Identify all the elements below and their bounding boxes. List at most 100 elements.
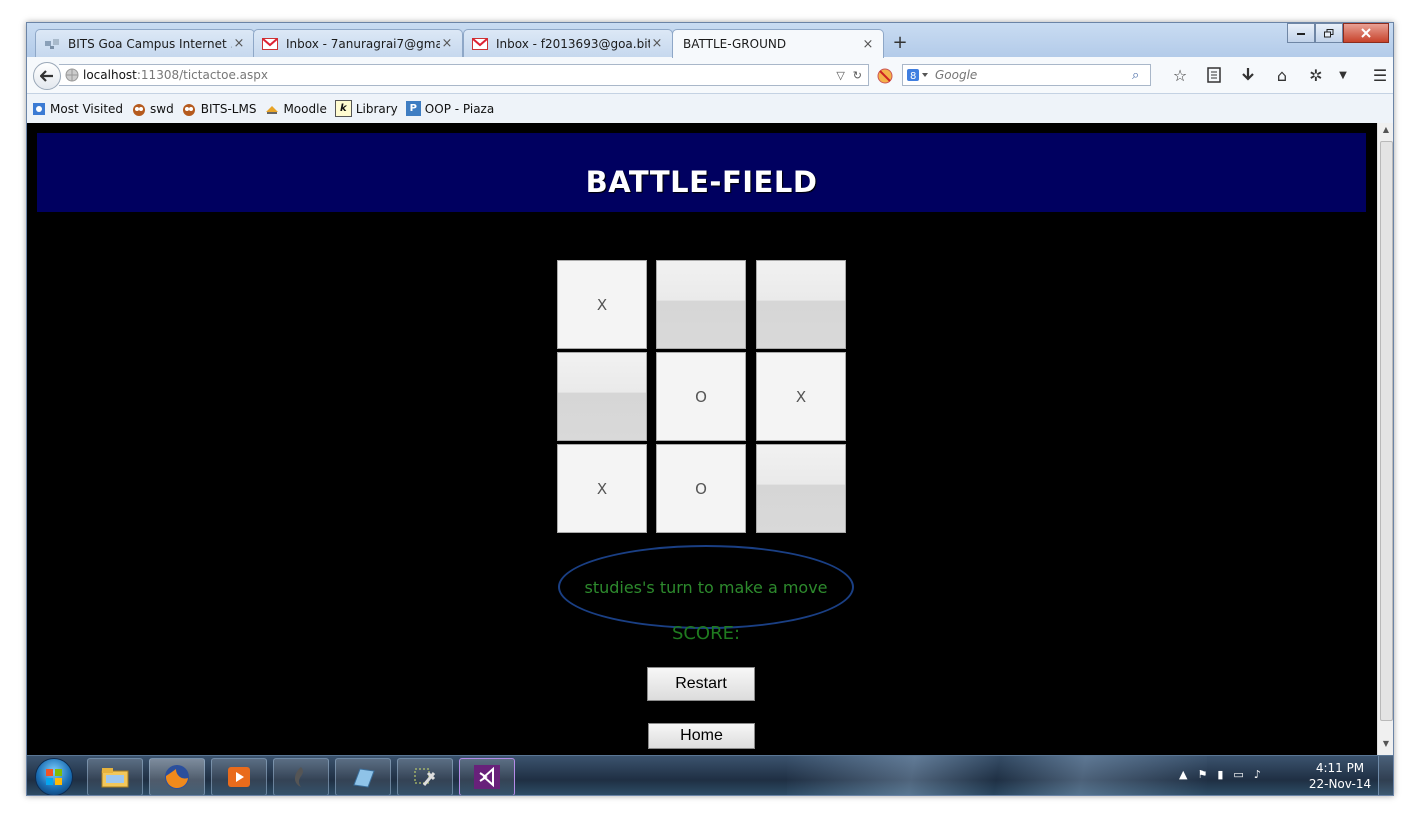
start-button[interactable] <box>35 758 73 795</box>
search-box[interactable]: 8 ⌕ <box>902 64 1151 86</box>
tab-label: Inbox - 7anuragrai7@gmail... <box>286 36 440 51</box>
network-icon <box>44 36 60 52</box>
globe-icon <box>65 68 79 82</box>
tab-gmail-2[interactable]: Inbox - f2013693@goa.bits... × <box>463 29 673 57</box>
notepad-icon <box>353 768 375 788</box>
home-button[interactable]: Home <box>648 723 755 749</box>
url-path: :11308/tictactoe.aspx <box>136 68 268 82</box>
tab-bits-campus[interactable]: BITS Goa Campus Internet ... × <box>35 29 255 57</box>
turn-message: studies's turn to make a move <box>584 578 828 597</box>
gmail-icon <box>262 36 278 52</box>
windows-logo-icon <box>46 769 62 785</box>
scroll-down-icon[interactable]: ▼ <box>1378 739 1393 753</box>
restart-button[interactable]: Restart <box>647 667 755 701</box>
board-cell[interactable]: X <box>557 260 647 349</box>
file-explorer-icon <box>101 768 129 788</box>
search-icon[interactable]: ⌕ <box>1132 68 1150 83</box>
app-icon <box>294 767 304 787</box>
tab-close-icon[interactable]: × <box>440 36 454 51</box>
piazza-icon: P <box>405 101 421 116</box>
system-clock[interactable]: 4:11 PM 22-Nov-14 <box>1307 760 1373 792</box>
taskbar-notepad[interactable] <box>335 758 391 795</box>
scroll-up-icon[interactable]: ▲ <box>1378 125 1393 139</box>
bookmarks-bar: Most Visited swd BITS-LMS Moodle k Libra… <box>27 94 1393 124</box>
window-controls <box>1287 23 1389 43</box>
gmail-icon <box>472 36 488 52</box>
media-player-icon <box>228 767 250 787</box>
url-bar-actions: ▽ ↻ <box>836 69 868 82</box>
new-tab-button[interactable]: + <box>889 31 911 53</box>
tab-close-icon[interactable]: × <box>861 37 875 52</box>
browser-window: BITS Goa Campus Internet ... × Inbox - 7… <box>26 22 1394 796</box>
taskbar-firefox[interactable] <box>149 758 205 795</box>
dropdown-icon[interactable]: ▼ <box>1333 63 1353 87</box>
bookmark-oop-piazza[interactable]: P OOP - Piaza <box>405 101 494 116</box>
board-cell[interactable] <box>756 444 846 533</box>
network-status-icon[interactable]: ▭ <box>1233 768 1243 781</box>
power-icon[interactable]: ▮ <box>1217 768 1223 781</box>
vertical-scrollbar[interactable]: ▲ ▼ <box>1377 123 1393 755</box>
library-icon: k <box>334 100 352 117</box>
bookmark-swd[interactable]: swd <box>131 101 174 116</box>
page-content: BATTLE-FIELD X O X X O studies's turn to… <box>27 123 1377 755</box>
taskbar-app[interactable] <box>273 758 329 795</box>
firefox-icon <box>165 765 189 789</box>
reading-list-icon[interactable] <box>1197 63 1231 87</box>
google-icon[interactable]: 8 <box>903 68 933 82</box>
board-cell[interactable] <box>557 352 647 441</box>
reload-icon[interactable]: ↻ <box>853 69 862 82</box>
board-cell[interactable] <box>756 260 846 349</box>
extension-icon[interactable]: ✲ <box>1299 63 1333 87</box>
score-label: SCORE: <box>671 623 741 644</box>
taskbar-media-player[interactable] <box>211 758 267 795</box>
volume-icon[interactable]: ♪ <box>1254 768 1261 781</box>
tab-close-icon[interactable]: × <box>232 36 246 51</box>
back-arrow-icon <box>40 70 53 82</box>
owl-icon <box>182 101 197 116</box>
tab-battle-ground[interactable]: BATTLE-GROUND × <box>672 29 884 58</box>
home-icon[interactable]: ⌂ <box>1265 63 1299 87</box>
bookmark-star-icon[interactable]: ☆ <box>1163 63 1197 87</box>
minimize-button[interactable] <box>1287 23 1315 43</box>
visual-studio-icon <box>474 765 500 789</box>
menu-icon[interactable]: ☰ <box>1363 63 1393 87</box>
page-title: BATTLE-FIELD <box>585 164 818 199</box>
show-desktop-button[interactable] <box>1378 756 1393 795</box>
action-center-icon[interactable]: ⚑ <box>1197 768 1207 781</box>
tray-expand-icon[interactable]: ▲ <box>1179 768 1187 781</box>
bookmark-most-visited[interactable]: Most Visited <box>31 101 123 116</box>
tab-label: BITS Goa Campus Internet ... <box>68 36 232 51</box>
taskbar-file-explorer[interactable] <box>87 758 143 795</box>
board-cell[interactable]: O <box>656 352 746 441</box>
owl-icon <box>131 101 146 116</box>
title-banner: BATTLE-FIELD <box>37 133 1366 212</box>
download-icon[interactable] <box>1231 63 1265 87</box>
moodle-icon <box>264 101 279 116</box>
restore-button[interactable] <box>1315 23 1343 43</box>
tab-label: Inbox - f2013693@goa.bits... <box>496 36 650 51</box>
bookmark-label: Library <box>355 101 398 116</box>
board-cell[interactable]: O <box>656 444 746 533</box>
board-cell[interactable] <box>656 260 746 349</box>
back-button[interactable] <box>33 62 61 90</box>
close-window-button[interactable] <box>1343 23 1389 43</box>
bookmark-moodle[interactable]: Moodle <box>264 101 327 116</box>
system-tray: ▲ ⚑ ▮ ▭ ♪ <box>1179 768 1261 781</box>
search-input[interactable] <box>933 67 1132 83</box>
bookmark-bits-lms[interactable]: BITS-LMS <box>182 101 256 116</box>
bookmark-library[interactable]: k Library <box>334 100 398 117</box>
toolbar-icons: ☆ ⌂ ✲ ▼ ☰ <box>1163 63 1393 87</box>
url-bar[interactable]: localhost:11308/tictactoe.aspx ▽ ↻ <box>59 64 869 86</box>
clock-date: 22-Nov-14 <box>1308 777 1372 791</box>
tools-icon <box>414 768 436 786</box>
tab-close-icon[interactable]: × <box>650 36 664 51</box>
board-cell[interactable]: X <box>557 444 647 533</box>
scroll-thumb[interactable] <box>1380 141 1393 721</box>
url-dropdown-icon[interactable]: ▽ <box>836 69 844 82</box>
taskbar-visual-studio[interactable] <box>459 758 515 795</box>
taskbar-tools[interactable] <box>397 758 453 795</box>
tab-label: BATTLE-GROUND <box>683 37 787 51</box>
adblock-icon[interactable] <box>877 68 893 87</box>
tab-gmail-1[interactable]: Inbox - 7anuragrai7@gmail... × <box>253 29 463 57</box>
board-cell[interactable]: X <box>756 352 846 441</box>
